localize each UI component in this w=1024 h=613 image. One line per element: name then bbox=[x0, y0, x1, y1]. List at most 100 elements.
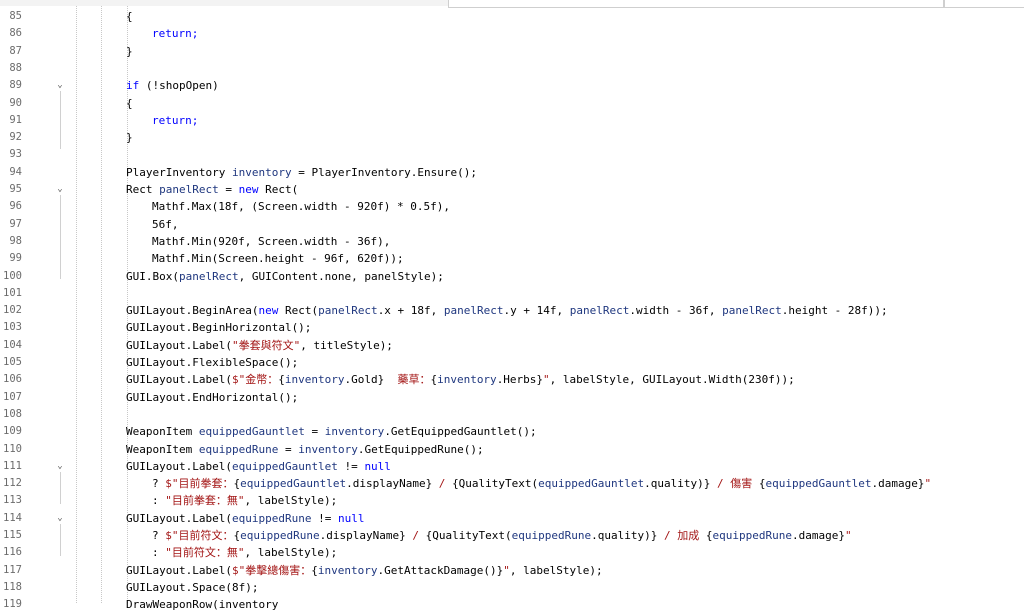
code-token: equippedGauntlet bbox=[538, 477, 645, 491]
code-text: GUILayout.EndHorizontal(); bbox=[126, 389, 298, 406]
code-line[interactable]: 87} bbox=[0, 43, 1024, 60]
code-line[interactable]: 86 return; bbox=[0, 25, 1024, 42]
code-token: = PlayerInventory.Ensure(); bbox=[291, 165, 478, 179]
line-number: 94 bbox=[9, 165, 22, 178]
code-line[interactable]: 108 bbox=[0, 406, 1024, 423]
code-token: inventory bbox=[317, 563, 378, 577]
line-number: 90 bbox=[9, 96, 22, 109]
code-token: , labelStyle, GUILayout.Width(230f)); bbox=[549, 373, 795, 387]
code-token: , titleStyle); bbox=[300, 338, 393, 352]
line-number: 113 bbox=[3, 494, 22, 507]
code-line[interactable]: 97 56f, bbox=[0, 216, 1024, 233]
collapse-chevron-icon[interactable]: ⌄ bbox=[55, 181, 65, 198]
code-token: Rect( bbox=[278, 304, 319, 318]
code-line[interactable]: 115? $"目前符文：{equippedRune.displayName} /… bbox=[0, 527, 1024, 544]
code-line[interactable]: 100 GUI.Box(panelRect, GUIContent.none, p… bbox=[0, 268, 1024, 285]
code-token: Mathf.Min(Screen.height - 96f, 620f)); bbox=[152, 252, 404, 266]
code-line[interactable]: 117 GUILayout.Label($"拳擊總傷害：{inventory.Ge… bbox=[0, 562, 1024, 579]
code-line[interactable]: 110 WeaponItem equippedRune = inventory.G… bbox=[0, 441, 1024, 458]
code-line[interactable]: 88 bbox=[0, 60, 1024, 77]
code-token: equippedRune bbox=[712, 529, 792, 542]
collapse-chevron-icon[interactable]: ⌄ bbox=[55, 77, 65, 94]
line-number: 98 bbox=[9, 234, 22, 247]
code-token: inventory bbox=[324, 425, 385, 439]
code-token: = bbox=[218, 183, 239, 196]
code-line[interactable]: 92} bbox=[0, 129, 1024, 146]
code-line[interactable]: 95 ⌄ Rect panelRect = new Rect( bbox=[0, 181, 1024, 198]
code-line[interactable]: 102 GUILayout.BeginArea(new Rect(panelRec… bbox=[0, 302, 1024, 319]
code-line[interactable]: 96 Mathf.Max(18f, (Screen.width - 920f) *… bbox=[0, 198, 1024, 215]
code-token: null bbox=[337, 511, 365, 525]
code-line[interactable]: 103 GUILayout.BeginHorizontal(); bbox=[0, 319, 1024, 336]
line-number: 110 bbox=[3, 442, 22, 455]
code-token: GUILayout.Label( bbox=[126, 459, 232, 473]
code-line[interactable]: 111 ⌄ GUILayout.Label(equippedGauntlet != … bbox=[0, 458, 1024, 475]
code-line[interactable]: 106 GUILayout.Label($"金幣：{inventory.Gold}… bbox=[0, 371, 1024, 388]
code-token: { bbox=[705, 529, 713, 542]
code-token: { bbox=[126, 96, 133, 110]
line-number: 108 bbox=[3, 407, 22, 420]
code-token: .GetEquippedRune(); bbox=[357, 442, 484, 456]
code-text: GUILayout.Label(equippedRune != null bbox=[126, 510, 364, 527]
code-token: new bbox=[258, 304, 279, 318]
code-line[interactable]: 93 bbox=[0, 146, 1024, 163]
code-token: GUILayout.Label( bbox=[126, 338, 232, 352]
code-line[interactable]: 98 Mathf.Min(920f, Screen.width - 36f), bbox=[0, 233, 1024, 250]
code-text: GUILayout.Space(8f); bbox=[126, 579, 258, 596]
code-text: GUILayout.Label($"金幣：{inventory.Gold} 藥草… bbox=[126, 371, 795, 388]
code-token: panelRect bbox=[159, 183, 219, 196]
code-token: .height - 28f)); bbox=[781, 304, 888, 318]
code-line[interactable]: 113: "目前拳套：無", labelStyle); bbox=[0, 492, 1024, 509]
collapse-chevron-icon[interactable]: ⌄ bbox=[55, 510, 65, 527]
code-text: Rect panelRect = new Rect( bbox=[126, 181, 298, 198]
line-number: 111 bbox=[3, 459, 22, 472]
code-token: 56f, bbox=[152, 217, 179, 231]
code-token: panelRect bbox=[722, 304, 782, 318]
line-number: 88 bbox=[9, 61, 22, 74]
line-number: 86 bbox=[9, 27, 22, 40]
code-token: } bbox=[126, 44, 133, 58]
code-line[interactable]: 107 GUILayout.EndHorizontal(); bbox=[0, 389, 1024, 406]
code-line[interactable]: 109 WeaponItem equippedGauntlet = invento… bbox=[0, 423, 1024, 440]
collapse-chevron-icon[interactable]: ⌄ bbox=[55, 458, 65, 475]
line-number: 95 bbox=[9, 183, 22, 195]
code-token: " bbox=[503, 563, 510, 577]
code-token: GUILayout.FlexibleSpace(); bbox=[126, 356, 299, 369]
code-token: inventory bbox=[437, 373, 497, 387]
line-number: 107 bbox=[3, 390, 22, 403]
code-text: } bbox=[126, 129, 133, 146]
code-token: panelRect bbox=[318, 304, 378, 318]
code-text: WeaponItem equippedRune = inventory.GetE… bbox=[126, 441, 484, 458]
code-line[interactable]: 114 ⌄ GUILayout.Label(equippedRune != null bbox=[0, 510, 1024, 527]
code-line[interactable]: 89 ⌄ if (!shopOpen) bbox=[0, 77, 1024, 94]
code-line[interactable]: 118 GUILayout.Space(8f); bbox=[0, 579, 1024, 596]
code-line[interactable]: 116: "目前符文：無", labelStyle); bbox=[0, 544, 1024, 561]
code-token: (!shopOpen) bbox=[139, 79, 219, 93]
code-token: $"目前符文： bbox=[165, 529, 234, 542]
code-line[interactable]: 104 GUILayout.Label("拳套與符文", titleStyle); bbox=[0, 337, 1024, 354]
code-token: " bbox=[844, 529, 852, 542]
code-text: GUILayout.Label($"拳擊總傷害：{inventory.GetAt… bbox=[126, 562, 603, 579]
line-number: 85 bbox=[9, 10, 22, 22]
code-token: "目前符文：無" bbox=[165, 546, 245, 560]
code-text: GUILayout.Label("拳套與符文", titleStyle); bbox=[126, 337, 393, 354]
code-line[interactable]: 94 PlayerInventory inventory = PlayerInve… bbox=[0, 164, 1024, 181]
code-line[interactable]: 105 GUILayout.FlexibleSpace(); bbox=[0, 354, 1024, 371]
code-line[interactable]: 85 { bbox=[0, 8, 1024, 25]
code-line[interactable]: 119 DrawWeaponRow(inventory bbox=[0, 596, 1024, 613]
line-number: 100 bbox=[3, 269, 22, 282]
code-token: GUILayout.BeginHorizontal(); bbox=[126, 321, 312, 335]
code-line[interactable]: 99 Mathf.Min(Screen.height - 96f, 620f)); bbox=[0, 250, 1024, 267]
code-editor[interactable]: 85{86 return; 87} 88 89 ⌄ if (!shopOpen) 90{91 r… bbox=[0, 6, 1024, 611]
code-token: WeaponItem bbox=[126, 425, 199, 439]
code-token: .damage} bbox=[792, 529, 845, 542]
code-token: PlayerInventory bbox=[126, 165, 232, 179]
code-line[interactable]: 112 ? $"目前拳套：{equippedGauntlet.displayNam… bbox=[0, 475, 1024, 492]
line-number: 116 bbox=[3, 546, 22, 559]
code-line[interactable]: 90 { bbox=[0, 95, 1024, 112]
code-token: ? bbox=[152, 529, 166, 542]
code-token: panelRect bbox=[178, 269, 239, 283]
code-token: equippedRune bbox=[240, 529, 320, 542]
code-line[interactable]: 101 bbox=[0, 285, 1024, 302]
code-line[interactable]: 91 return; bbox=[0, 112, 1024, 129]
